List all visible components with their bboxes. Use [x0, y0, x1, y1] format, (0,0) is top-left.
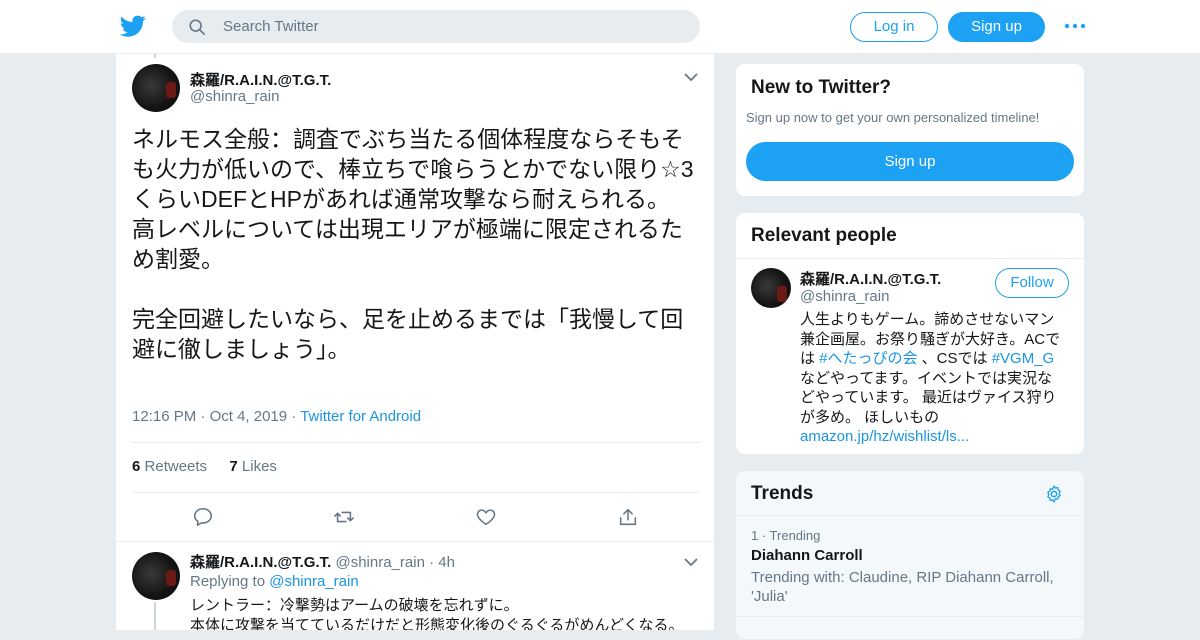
tweet-separator [116, 541, 714, 542]
chevron-down-icon[interactable] [683, 557, 699, 567]
like-heart-icon[interactable] [475, 506, 497, 528]
trend-name[interactable]: Diahann Carroll [751, 547, 863, 564]
avatar[interactable] [132, 64, 180, 112]
card-title: Trends [751, 483, 814, 504]
reply-author-name-text[interactable]: 森羅/R.A.I.N.@T.G.T. [190, 554, 331, 571]
divider [736, 616, 1084, 617]
retweets-stat[interactable]: 6 Retweets [132, 458, 207, 475]
new-to-twitter-card: New to Twitter? Sign up now to get your … [735, 63, 1085, 197]
likes-stat[interactable]: 7 Likes [229, 458, 277, 475]
follow-button[interactable]: Follow [995, 268, 1069, 298]
likes-count: 7 [229, 458, 238, 475]
reply-icon[interactable] [192, 506, 214, 528]
reply-text-line: 本体に攻撃を当てているだけだと形態変化後のぐるぐるがめんどくなる。 [190, 617, 684, 630]
tweet-source[interactable]: Twitter for Android [300, 408, 421, 425]
sidebar-signup-button[interactable]: Sign up [746, 142, 1074, 181]
reply-age[interactable]: 4h [438, 554, 455, 571]
reply-text: レントラー：冷撃勢はアームの破壊を忘れずに。 本体に攻撃を当てているだけだと形態… [190, 596, 700, 630]
divider [132, 492, 700, 493]
retweets-label: Retweets [144, 458, 208, 475]
thread-line [154, 602, 156, 630]
tweet-stats: 6 Retweets 7 Likes [132, 458, 277, 475]
divider [736, 258, 1084, 259]
reply-author-handle[interactable]: @shinra_rain [335, 554, 424, 571]
replying-to: Replying to @shinra_rain [190, 573, 359, 590]
avatar[interactable] [751, 268, 791, 308]
divider [132, 442, 700, 443]
gear-icon[interactable] [1044, 484, 1064, 504]
tweet-time[interactable]: 12:16 PM [132, 408, 196, 425]
top-bar: Search Twitter Log in Sign up [0, 0, 1200, 54]
tweet-date[interactable]: Oct 4, 2019 [210, 408, 288, 425]
reply-text-line: レントラー：冷撃勢はアームの破壊を忘れずに。 [190, 597, 519, 614]
replying-handle[interactable]: @shinra_rain [269, 573, 358, 590]
login-button[interactable]: Log in [850, 12, 938, 42]
hashtag-link[interactable]: #VGM_G [992, 350, 1055, 367]
search-placeholder: Search Twitter [223, 18, 319, 35]
trend-rank: 1 · Trending [751, 528, 821, 543]
signup-button[interactable]: Sign up [948, 12, 1045, 42]
twitter-bird-logo-icon[interactable] [120, 13, 146, 39]
person-handle[interactable]: @shinra_rain [800, 288, 889, 305]
replying-label: Replying to [190, 573, 266, 590]
card-subtitle: Sign up now to get your own personalized… [746, 110, 1040, 125]
author-handle[interactable]: @shinra_rain [190, 88, 279, 105]
likes-label: Likes [241, 458, 277, 475]
search-input[interactable]: Search Twitter [172, 10, 700, 43]
bio-text: などやってます。イベントでは実況などやっています。 最近はヴァイス狩りが多め。 … [800, 369, 1057, 426]
avatar[interactable] [132, 552, 180, 600]
hashtag-link[interactable]: #へたっぴの会 [819, 350, 917, 367]
retweets-count: 6 [132, 458, 141, 475]
trends-card: Trends 1 · Trending Diahann Carroll Tren… [735, 470, 1085, 640]
chevron-down-icon[interactable] [683, 72, 699, 82]
tweet-column: 森羅/R.A.I.N.@T.G.T. @shinra_rain ネルモス全般：調… [115, 54, 715, 630]
share-icon[interactable] [617, 506, 639, 528]
bio-text: 、CSでは [917, 350, 992, 367]
more-options-icon[interactable] [1064, 18, 1086, 34]
tweet-timestamp: 12:16 PM · Oct 4, 2019 · Twitter for And… [132, 408, 422, 425]
author-name[interactable]: 森羅/R.A.I.N.@T.G.T. [190, 69, 331, 90]
relevant-people-card: Relevant people 森羅/R.A.I.N.@T.G.T. @shin… [735, 212, 1085, 455]
thread-line [154, 54, 156, 58]
wishlist-link[interactable]: amazon.jp/hz/wishlist/ls... [800, 428, 969, 445]
tweet-text: ネルモス全般：調査でぶち当たる個体程度ならそもそも火力が低いので、棒立ちで喰らう… [132, 126, 694, 362]
search-icon [189, 19, 206, 36]
divider [736, 515, 1084, 516]
person-bio: 人生よりもゲーム。諦めさせないマン兼企画屋。お祭り騒ぎが大好き。ACでは #へた… [800, 310, 1066, 447]
trend-context: Trending with: Claudine, RIP Diahann Car… [751, 569, 1054, 605]
card-title: New to Twitter? [751, 77, 892, 98]
reply-author-name: 森羅/R.A.I.N.@T.G.T. @shinra_rain · 4h [190, 554, 455, 571]
person-name[interactable]: 森羅/R.A.I.N.@T.G.T. [800, 268, 941, 289]
card-title: Relevant people [751, 225, 897, 246]
retweet-icon[interactable] [333, 506, 355, 528]
